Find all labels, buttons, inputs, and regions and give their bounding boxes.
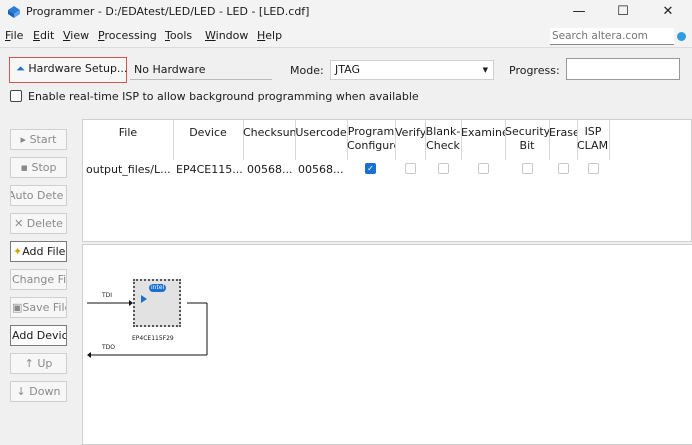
auto-detect-button[interactable]: Auto Dete (10, 185, 67, 206)
globe-icon[interactable] (677, 32, 686, 41)
isp-label: Enable real-time ISP to allow background… (28, 90, 419, 103)
maximize-button[interactable]: ☐ (600, 0, 646, 24)
header-program-configure[interactable]: Program Configure (347, 125, 395, 153)
change-file-button[interactable]: Change Fil (10, 269, 67, 290)
window-title: Programmer - D:/EDAtest/LED/LED - LED - … (26, 5, 310, 18)
mode-select[interactable]: JTAG ▼ (330, 60, 494, 80)
chevron-down-icon: ▼ (482, 66, 488, 74)
delete-button[interactable]: ✕ Delete (10, 213, 67, 234)
cell-file[interactable]: output_files/L... (86, 163, 172, 176)
verify-checkbox[interactable] (405, 163, 416, 174)
menu-bar: File Edit View Processing Tools Window H… (0, 24, 692, 48)
progress-bar (566, 58, 680, 80)
menu-tools[interactable]: Tools (165, 29, 192, 42)
close-button[interactable]: ✕ (645, 0, 691, 24)
menu-edit[interactable]: Edit (33, 29, 54, 42)
title-bar: Programmer - D:/EDAtest/LED/LED - LED - … (0, 0, 692, 24)
hardware-value: No Hardware (130, 60, 272, 80)
tdo-label: TDO (102, 344, 116, 351)
header-security-bit[interactable]: Security Bit (505, 125, 549, 153)
blank-check-checkbox[interactable] (438, 163, 449, 174)
erase-checkbox[interactable] (558, 163, 569, 174)
security-bit-checkbox[interactable] (522, 163, 533, 174)
hardware-setup-label: Hardware Setup... (28, 62, 128, 75)
device-table: File Device Checksun Usercode Program Con… (82, 119, 692, 242)
search-input[interactable] (550, 28, 674, 45)
start-icon: ▸ (20, 133, 27, 146)
header-file[interactable]: File (83, 126, 173, 140)
mode-value: JTAG (335, 63, 360, 76)
progress-label: Progress: (509, 64, 560, 77)
stop-icon: ▪ (20, 161, 28, 174)
header-isp-clamp[interactable]: ISPCLAMP (577, 125, 609, 153)
fpga-chip-icon[interactable]: intel (133, 279, 181, 327)
programmer-app-icon (8, 6, 20, 18)
isp-clamp-checkbox[interactable] (588, 163, 599, 174)
menu-help[interactable]: Help (257, 29, 282, 42)
delete-icon: ✕ (14, 217, 24, 230)
cell-device[interactable]: EP4CE115... (176, 163, 242, 176)
start-button[interactable]: ▸ Start (10, 129, 67, 150)
add-file-button[interactable]: ✦Add File. (10, 241, 67, 262)
header-blank-check[interactable]: Blank- Check (425, 125, 461, 153)
chip-brand: intel (149, 284, 167, 292)
program-checkbox[interactable]: ✓ (365, 163, 376, 174)
header-erase[interactable]: Erase (549, 126, 577, 140)
save-file-button[interactable]: ▣Save File (10, 297, 67, 318)
down-icon: ↓ (16, 385, 26, 398)
play-icon (141, 295, 147, 303)
header-examine[interactable]: Examine (461, 126, 505, 140)
mode-label: Mode: (290, 64, 324, 77)
up-icon: ↑ (24, 357, 34, 370)
tdi-label: TDI (102, 292, 113, 299)
menu-view[interactable]: View (63, 29, 89, 42)
menu-window[interactable]: Window (205, 29, 248, 42)
add-device-button[interactable]: Add Devic (10, 325, 67, 346)
menu-file[interactable]: File (5, 29, 23, 42)
hardware-setup-icon: ⏶ (16, 62, 25, 75)
down-button[interactable]: ↓ Down (10, 381, 67, 402)
save-icon: ▣ (12, 301, 23, 314)
minimize-button[interactable]: — (556, 0, 602, 24)
header-checksum[interactable]: Checksun (243, 126, 295, 140)
column-divider (609, 120, 610, 160)
header-verify[interactable]: Verify (395, 126, 425, 140)
cell-usercode: 00568... (298, 163, 344, 176)
stop-button[interactable]: ▪ Stop (10, 157, 67, 178)
menu-processing[interactable]: Processing (98, 29, 157, 42)
header-usercode[interactable]: Usercode (295, 126, 347, 140)
examine-checkbox[interactable] (478, 163, 489, 174)
chip-name-label: EP4CE115F29 (132, 335, 174, 342)
cell-checksum: 00568... (247, 163, 293, 176)
add-file-icon: ✦ (13, 245, 23, 258)
up-button[interactable]: ↑ Up (10, 353, 67, 374)
header-device[interactable]: Device (173, 126, 243, 140)
isp-checkbox[interactable] (10, 90, 22, 102)
jtag-chain-diagram: TDI TDO intel EP4CE115F29 (82, 244, 692, 445)
hardware-setup-button[interactable]: ⏶ Hardware Setup... (9, 57, 127, 83)
